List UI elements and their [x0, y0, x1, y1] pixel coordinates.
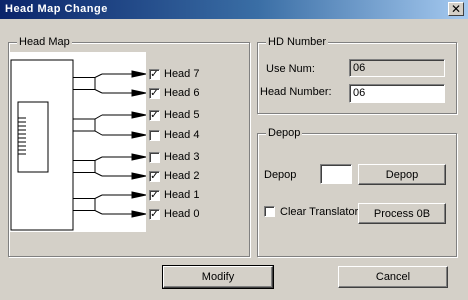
process-0b-button[interactable]: Process 0B [358, 203, 446, 224]
head-label: Head 0 [164, 208, 200, 220]
head-label: Head 6 [164, 87, 200, 99]
title-bar: Head Map Change ✕ [0, 0, 468, 19]
modify-button[interactable]: Modify [162, 265, 274, 289]
depop-button[interactable]: Depop [358, 164, 446, 185]
depop-group: Depop [257, 127, 457, 257]
use-num-label: Use Num: [266, 63, 315, 75]
head-checkbox[interactable]: ✓ [149, 190, 160, 201]
depop-input[interactable] [320, 164, 352, 184]
clear-translator-checkbox[interactable] [264, 206, 275, 217]
head-number-label: Head Number: [260, 86, 332, 98]
hd-number-group: HD Number [257, 36, 457, 114]
head-checkbox[interactable] [149, 130, 160, 141]
close-icon[interactable]: ✕ [448, 2, 464, 16]
head-label: Head 4 [164, 129, 200, 141]
head-label: Head 5 [164, 109, 200, 121]
depop-legend: Depop [266, 127, 303, 139]
head-label: Head 1 [164, 189, 200, 201]
head-number-input[interactable]: 06 [349, 84, 445, 103]
drive-diagram [10, 52, 146, 232]
head-checkbox[interactable]: ✓ [149, 69, 160, 80]
head-label: Head 3 [164, 151, 200, 163]
head-checkbox[interactable]: ✓ [149, 88, 160, 99]
window-title: Head Map Change [5, 3, 108, 15]
head-checkbox[interactable]: ✓ [149, 209, 160, 220]
head-checkbox[interactable]: ✓ [149, 110, 160, 121]
use-num-field: 06 [349, 59, 445, 77]
cancel-button[interactable]: Cancel [338, 266, 448, 288]
head-map-legend: Head Map [17, 36, 72, 48]
head-label: Head 2 [164, 170, 200, 182]
depop-label: Depop [264, 169, 297, 181]
hd-number-legend: HD Number [266, 36, 329, 48]
clear-translator-label: Clear Translator [280, 206, 359, 218]
head-checkbox[interactable] [149, 152, 160, 163]
head-checkbox[interactable]: ✓ [149, 171, 160, 182]
head-label: Head 7 [164, 68, 200, 80]
